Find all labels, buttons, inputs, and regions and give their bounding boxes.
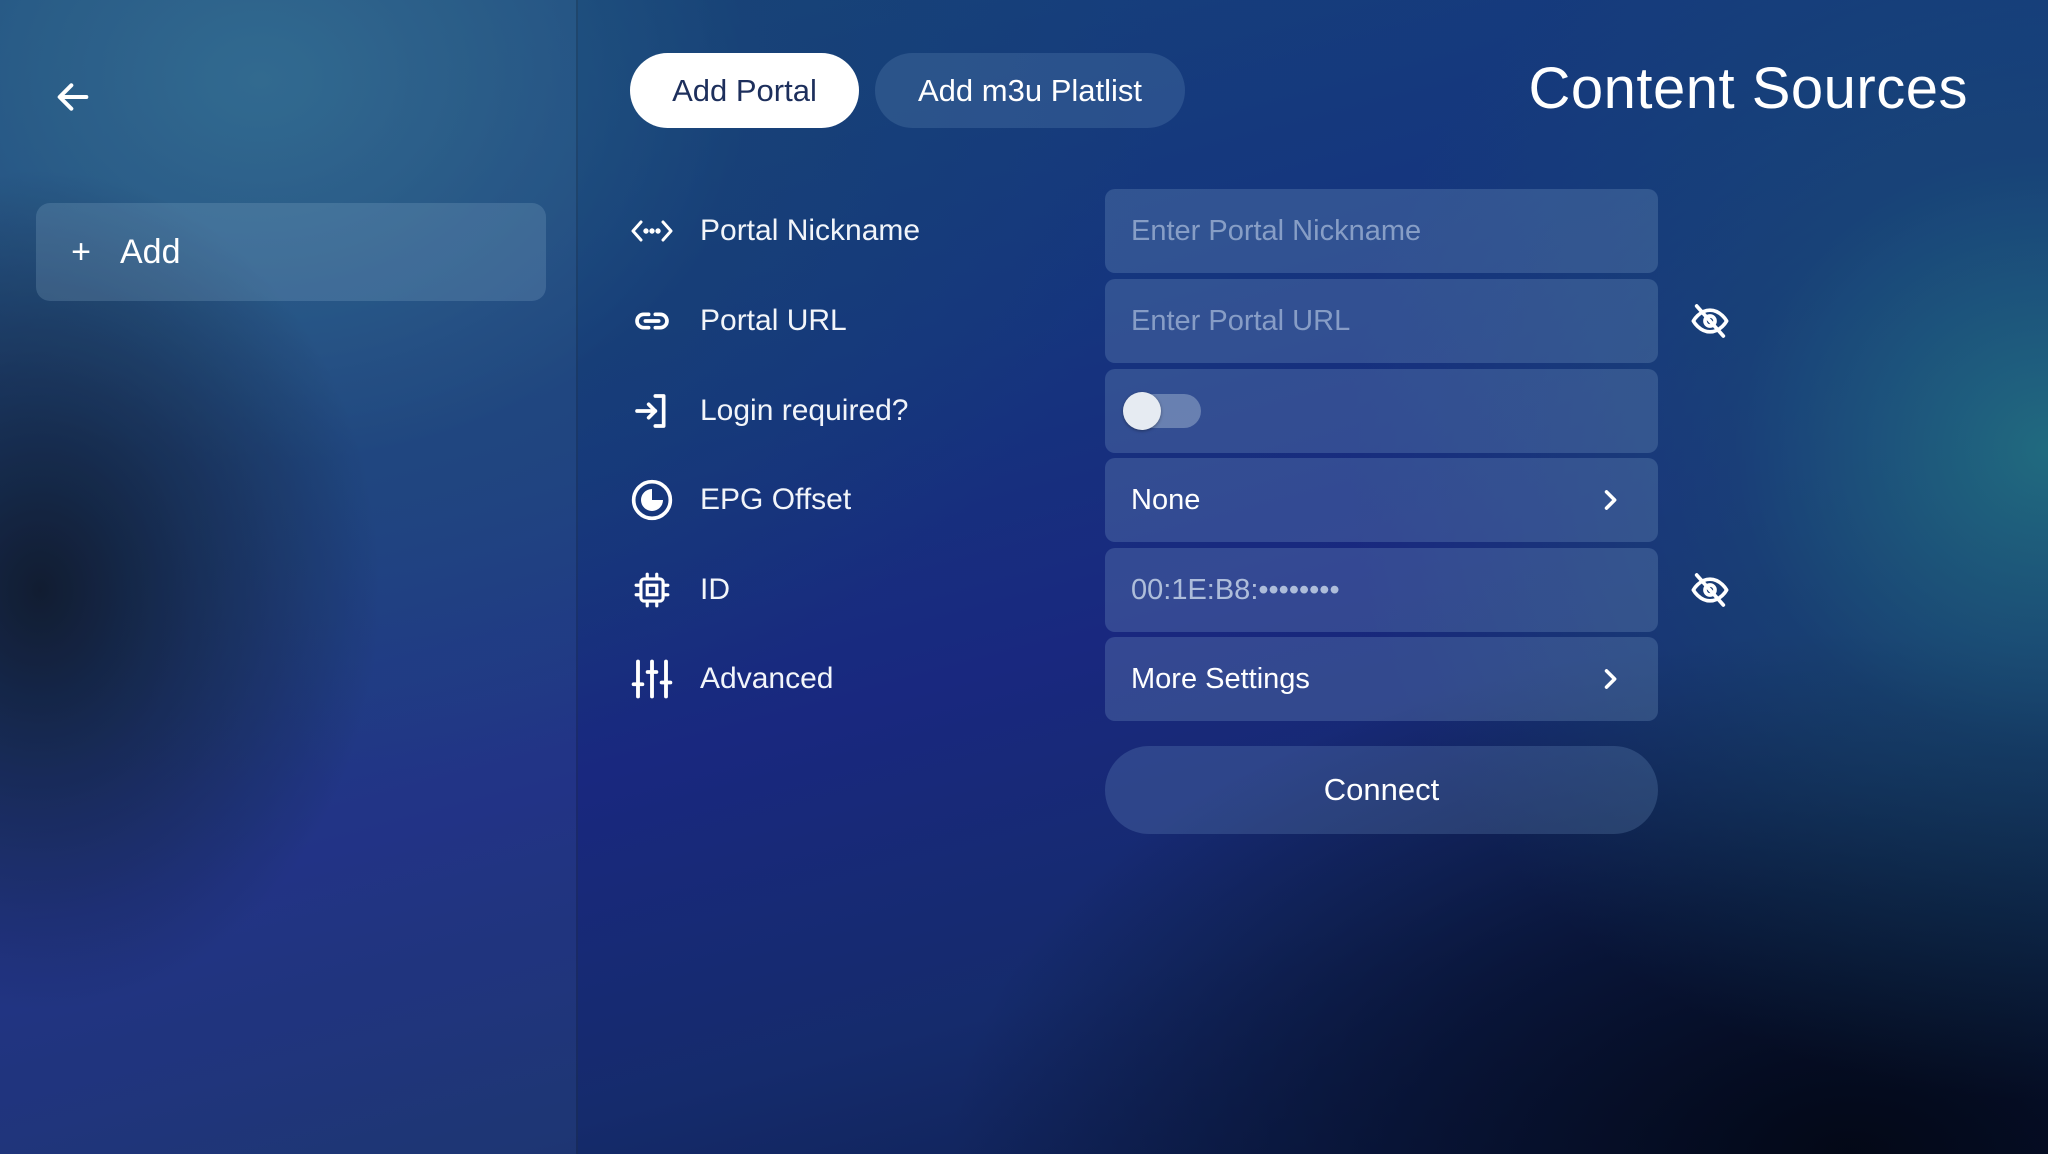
plus-icon: +	[71, 232, 91, 271]
clock-offset-icon	[630, 478, 674, 522]
device-id-field[interactable]: 00:1E:B8:••••••••	[1105, 548, 1658, 632]
advanced-label: Advanced	[700, 662, 834, 695]
sidebar: + Add	[0, 0, 578, 1154]
code-brackets-icon	[630, 209, 674, 253]
form-row-url: Portal URL	[630, 279, 1730, 363]
link-icon	[630, 299, 674, 343]
id-visibility-toggle[interactable]	[1689, 570, 1731, 610]
chevron-right-icon	[1604, 669, 1617, 689]
source-type-tabs: Add Portal Add m3u Platlist	[630, 53, 1185, 128]
eye-off-icon	[1691, 304, 1729, 338]
add-source-button[interactable]: + Add	[36, 203, 546, 301]
device-id-value: 00:1E:B8:••••••••	[1131, 573, 1340, 606]
more-settings-label: More Settings	[1131, 662, 1310, 695]
epg-label: EPG Offset	[700, 483, 852, 516]
form-row-id: ID 00:1E:B8:••••••••	[630, 548, 1730, 632]
url-label: Portal URL	[700, 304, 847, 337]
sliders-icon	[630, 657, 674, 701]
portal-nickname-input[interactable]	[1105, 189, 1658, 273]
login-field	[1105, 369, 1658, 453]
page-title: Content Sources	[1528, 56, 1968, 121]
form-row-advanced: Advanced More Settings	[630, 637, 1730, 721]
chip-icon	[630, 568, 674, 612]
nickname-label: Portal Nickname	[700, 214, 921, 247]
more-settings-button[interactable]: More Settings	[1105, 637, 1658, 721]
eye-off-icon	[1691, 573, 1729, 607]
tab-add-m3u-playlist[interactable]: Add m3u Platlist	[875, 53, 1185, 128]
epg-offset-select[interactable]: None	[1105, 458, 1658, 542]
form-row-epg: EPG Offset None	[630, 458, 1730, 542]
add-label: Add	[120, 232, 181, 271]
login-icon	[630, 389, 674, 433]
portal-url-input[interactable]	[1105, 279, 1658, 363]
form-row-login: Login required?	[630, 369, 1730, 453]
tab-add-portal[interactable]: Add Portal	[630, 53, 859, 128]
toggle-knob	[1123, 392, 1161, 430]
chevron-right-icon	[1604, 490, 1617, 510]
form-row-nickname: Portal Nickname	[630, 189, 1730, 273]
id-label: ID	[700, 573, 730, 606]
back-button[interactable]	[48, 72, 98, 122]
url-visibility-toggle[interactable]	[1689, 301, 1731, 341]
login-required-toggle[interactable]	[1123, 392, 1201, 430]
connect-button[interactable]: Connect	[1105, 746, 1658, 834]
epg-offset-value: None	[1131, 483, 1201, 516]
arrow-left-icon	[57, 83, 89, 111]
login-label: Login required?	[700, 394, 909, 427]
